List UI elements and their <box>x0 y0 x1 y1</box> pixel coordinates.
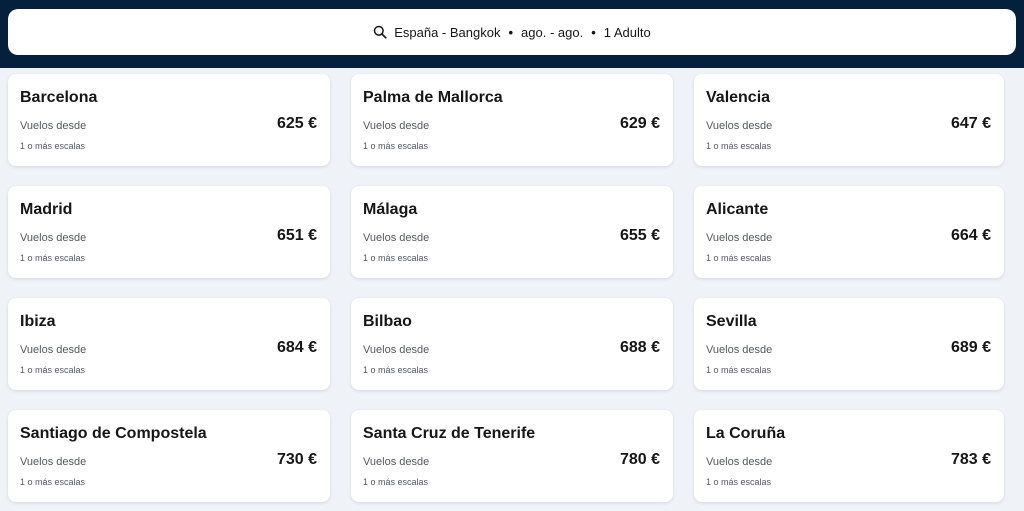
search-passengers: 1 Adulto <box>603 24 651 40</box>
destination-city: Sevilla <box>706 313 757 330</box>
destination-city: Santa Cruz de Tenerife <box>363 425 536 442</box>
destination-card[interactable]: Ibiza Vuelos desde 684 € 1 o más escalas <box>8 298 330 390</box>
destination-city: Santiago de Compostela <box>20 425 207 442</box>
destination-price: 647 € <box>950 115 991 132</box>
destination-price: 655 € <box>619 227 660 244</box>
destination-city: Ibiza <box>20 313 56 330</box>
destination-city: Alicante <box>706 201 769 218</box>
destination-card[interactable]: Sevilla Vuelos desde 689 € 1 o más escal… <box>694 298 1004 390</box>
stops-label: 1 o más escalas <box>363 253 429 263</box>
separator-dot: • <box>508 24 514 40</box>
stops-label: 1 o más escalas <box>706 477 772 487</box>
stops-label: 1 o más escalas <box>20 477 86 487</box>
destination-card[interactable]: Bilbao Vuelos desde 688 € 1 o más escala… <box>351 298 673 390</box>
flights-from-label: Vuelos desde <box>20 120 87 132</box>
destination-card[interactable]: Valencia Vuelos desde 647 € 1 o más esca… <box>694 74 1004 166</box>
stops-label: 1 o más escalas <box>363 477 429 487</box>
destination-price: 688 € <box>619 339 660 356</box>
search-icon <box>373 25 387 39</box>
destination-card[interactable]: La Coruña Vuelos desde 783 € 1 o más esc… <box>694 410 1004 502</box>
flights-from-label: Vuelos desde <box>363 232 430 244</box>
stops-label: 1 o más escalas <box>706 141 772 151</box>
destination-price: 625 € <box>276 115 317 132</box>
flights-from-label: Vuelos desde <box>706 344 773 356</box>
destination-card[interactable]: Santiago de Compostela Vuelos desde 730 … <box>8 410 330 502</box>
flights-from-label: Vuelos desde <box>706 232 773 244</box>
stops-label: 1 o más escalas <box>706 253 772 263</box>
destination-city: Palma de Mallorca <box>363 89 503 106</box>
flights-from-label: Vuelos desde <box>20 232 87 244</box>
destination-city: Barcelona <box>20 89 98 106</box>
flights-from-label: Vuelos desde <box>706 456 773 468</box>
flights-from-label: Vuelos desde <box>363 456 430 468</box>
destination-price: 629 € <box>619 115 660 132</box>
destination-card[interactable]: Barcelona Vuelos desde 625 € 1 o más esc… <box>8 74 330 166</box>
flights-from-label: Vuelos desde <box>20 456 87 468</box>
destination-city: La Coruña <box>706 425 786 442</box>
destination-city: Madrid <box>20 201 73 218</box>
search-dates: ago. - ago. <box>521 24 584 40</box>
search-summary-bar[interactable]: España - Bangkok • ago. - ago. • 1 Adult… <box>8 9 1016 55</box>
header-bar: España - Bangkok • ago. - ago. • 1 Adult… <box>0 0 1024 68</box>
flights-from-label: Vuelos desde <box>706 120 773 132</box>
destination-price: 783 € <box>950 451 991 468</box>
destination-card[interactable]: Alicante Vuelos desde 664 € 1 o más esca… <box>694 186 1004 278</box>
flights-from-label: Vuelos desde <box>363 344 430 356</box>
destination-card[interactable]: Málaga Vuelos desde 655 € 1 o más escala… <box>351 186 673 278</box>
separator-dot: • <box>591 24 596 40</box>
destination-price: 651 € <box>276 227 317 244</box>
stops-label: 1 o más escalas <box>706 365 772 375</box>
stops-label: 1 o más escalas <box>363 365 429 375</box>
destination-price: 664 € <box>950 227 991 244</box>
destination-price: 730 € <box>276 451 317 468</box>
destination-city: Málaga <box>363 201 418 218</box>
destination-grid: Barcelona Vuelos desde 625 € 1 o más esc… <box>8 74 1016 502</box>
destination-city: Bilbao <box>363 313 412 330</box>
stops-label: 1 o más escalas <box>363 141 429 151</box>
stops-label: 1 o más escalas <box>20 141 86 151</box>
destination-price: 684 € <box>276 339 317 356</box>
flights-from-label: Vuelos desde <box>363 120 430 132</box>
destination-price: 780 € <box>619 451 660 468</box>
destination-card[interactable]: Santa Cruz de Tenerife Vuelos desde 780 … <box>351 410 673 502</box>
stops-label: 1 o más escalas <box>20 253 86 263</box>
destination-price: 689 € <box>950 339 991 356</box>
destination-city: Valencia <box>706 89 771 106</box>
destination-card[interactable]: Madrid Vuelos desde 651 € 1 o más escala… <box>8 186 330 278</box>
search-route: España - Bangkok <box>394 24 501 40</box>
flights-from-label: Vuelos desde <box>20 344 87 356</box>
stops-label: 1 o más escalas <box>20 365 86 375</box>
destination-card[interactable]: Palma de Mallorca Vuelos desde 629 € 1 o… <box>351 74 673 166</box>
